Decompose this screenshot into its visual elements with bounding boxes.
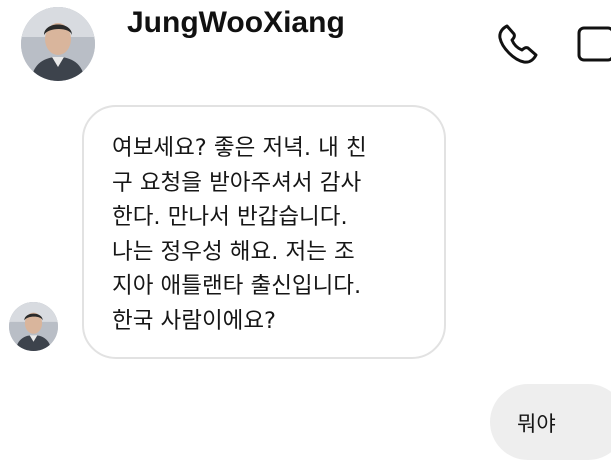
outgoing-message-text: 뭐야: [517, 412, 556, 436]
contact-avatar[interactable]: [21, 7, 95, 81]
person-avatar-icon: [21, 7, 95, 81]
phone-icon[interactable]: [494, 20, 542, 68]
sender-avatar[interactable]: [9, 302, 58, 351]
video-call-icon[interactable]: [572, 18, 611, 68]
incoming-message-text: 여보세요? 좋은 저녁. 내 친 구 요청을 받아주셔서 감사 한다. 만나서 …: [112, 135, 367, 334]
contact-name[interactable]: JungWooXiang: [127, 6, 345, 40]
person-avatar-icon: [9, 302, 58, 351]
